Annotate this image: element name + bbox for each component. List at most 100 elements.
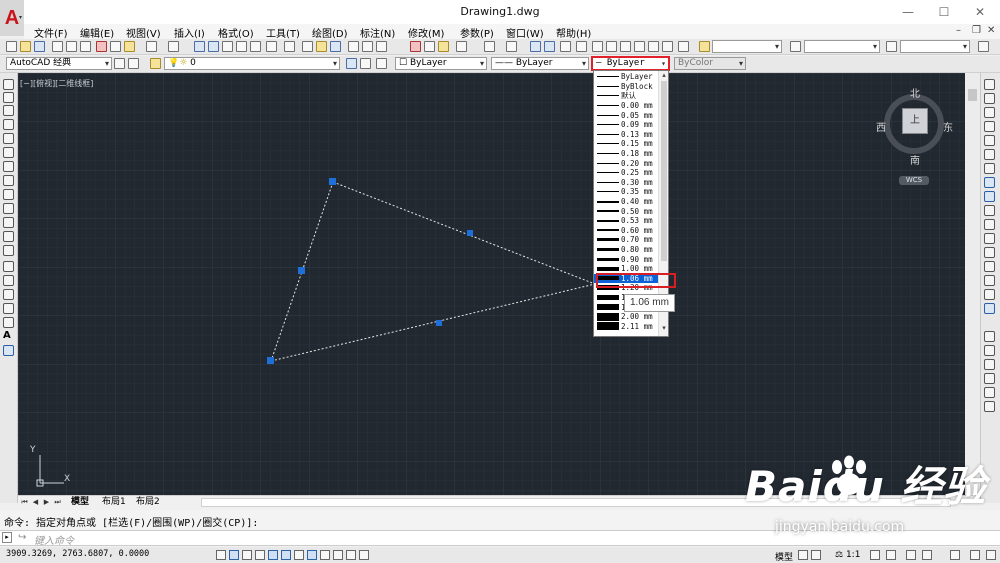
table-style-icon[interactable] bbox=[886, 41, 897, 52]
copy-icon[interactable] bbox=[110, 41, 121, 52]
print-icon-2[interactable] bbox=[348, 41, 359, 52]
command-input[interactable]: 键入命令 bbox=[34, 532, 74, 547]
quick-view-layouts-icon[interactable] bbox=[798, 550, 808, 560]
open-icon[interactable] bbox=[20, 41, 31, 52]
publish-icon[interactable] bbox=[80, 41, 91, 52]
hardware-acceleration-icon[interactable] bbox=[950, 550, 960, 560]
table-icon[interactable] bbox=[3, 317, 14, 328]
lineweight-option[interactable]: 0.05 mm bbox=[594, 110, 660, 120]
tab-model[interactable]: 模型 bbox=[71, 497, 89, 508]
application-menu-button[interactable]: A ▾ bbox=[0, 0, 24, 36]
dim-style-icon[interactable] bbox=[790, 41, 801, 52]
menu-help[interactable]: 帮助(H) bbox=[556, 25, 591, 40]
bring-front-icon[interactable] bbox=[984, 345, 995, 356]
add-selected-icon[interactable] bbox=[3, 345, 14, 356]
viewcube-top-face[interactable]: 上 bbox=[902, 108, 928, 134]
undo-icon[interactable] bbox=[146, 41, 157, 52]
circle-icon[interactable] bbox=[3, 161, 14, 172]
scroll-down-icon[interactable]: ▾ bbox=[660, 324, 668, 332]
viewport-controls[interactable]: [−][俯视][二维线框] bbox=[20, 78, 93, 89]
polyline-icon[interactable] bbox=[3, 105, 14, 116]
menu-tools[interactable]: 工具(T) bbox=[266, 25, 300, 40]
scrollbar-thumb[interactable] bbox=[968, 89, 977, 101]
undo-icon-2[interactable] bbox=[484, 41, 495, 52]
design-center-icon[interactable] bbox=[236, 41, 247, 52]
make-current-layer-icon[interactable] bbox=[346, 58, 357, 69]
explode-icon[interactable] bbox=[984, 303, 995, 314]
annotation-visibility-icon[interactable] bbox=[870, 550, 880, 560]
gradient-icon[interactable] bbox=[3, 289, 14, 300]
send-back-icon[interactable] bbox=[984, 359, 995, 370]
ellipse-icon[interactable] bbox=[3, 203, 14, 214]
zoom-window-icon[interactable] bbox=[560, 41, 571, 52]
grip-vertex-top[interactable] bbox=[329, 178, 336, 185]
snap-mode-icon[interactable] bbox=[229, 550, 239, 560]
color-combo[interactable]: ☐ ByLayer ▾ bbox=[395, 57, 487, 70]
cut-icon-2[interactable] bbox=[410, 41, 421, 52]
paste-icon-2[interactable] bbox=[438, 41, 449, 52]
tab-layout2[interactable]: 布局2 bbox=[136, 497, 160, 508]
redo-icon[interactable] bbox=[168, 41, 179, 52]
paste-icon[interactable] bbox=[124, 41, 135, 52]
arc-icon[interactable] bbox=[3, 147, 14, 158]
menu-minimize-icon[interactable]: – bbox=[956, 25, 961, 36]
lineweight-option[interactable]: 0.20 mm bbox=[594, 158, 660, 168]
3d-object-snap-icon[interactable] bbox=[294, 550, 304, 560]
mirror-icon[interactable] bbox=[984, 107, 995, 118]
scroll-up-icon[interactable]: ▴ bbox=[660, 71, 668, 79]
rectangle-icon[interactable] bbox=[3, 133, 14, 144]
cut-icon[interactable] bbox=[96, 41, 107, 52]
chamfer-icon[interactable] bbox=[984, 261, 995, 272]
lineweight-option[interactable]: 0.60 mm bbox=[594, 226, 660, 236]
save-icon-2[interactable] bbox=[330, 41, 341, 52]
lineweight-option[interactable]: 0.35 mm bbox=[594, 187, 660, 197]
preview-icon-2[interactable] bbox=[362, 41, 373, 52]
lineweight-option[interactable]: 0.18 mm bbox=[594, 149, 660, 159]
lineweight-option[interactable]: ByLayer bbox=[594, 72, 660, 82]
zoom-icon[interactable] bbox=[208, 41, 219, 52]
new-icon-2[interactable] bbox=[302, 41, 313, 52]
customize-icon[interactable] bbox=[128, 58, 139, 69]
compass-south[interactable]: 南 bbox=[910, 152, 920, 167]
line-icon[interactable] bbox=[3, 79, 14, 90]
tab-layout1[interactable]: 布局1 bbox=[102, 497, 126, 508]
hatch-icon[interactable] bbox=[3, 275, 14, 286]
copy-icon-2[interactable] bbox=[424, 41, 435, 52]
properties-palette-icon[interactable] bbox=[592, 41, 603, 52]
quickcalc-icon[interactable] bbox=[662, 41, 673, 52]
zoom-previous-icon[interactable] bbox=[576, 41, 587, 52]
construction-line-icon[interactable] bbox=[3, 92, 14, 103]
trim-icon[interactable] bbox=[984, 205, 995, 216]
insert-block-icon[interactable] bbox=[3, 231, 14, 242]
break-icon[interactable] bbox=[984, 233, 995, 244]
copy-object-icon[interactable] bbox=[984, 93, 995, 104]
lineweight-option[interactable]: 0.70 mm bbox=[594, 235, 660, 245]
dynamic-input-icon[interactable] bbox=[333, 550, 343, 560]
redo-icon-2[interactable] bbox=[506, 41, 517, 52]
make-block-icon[interactable] bbox=[3, 245, 14, 256]
workspace-settings-icon[interactable] bbox=[114, 58, 125, 69]
drawing-canvas[interactable]: [−][俯视][二维线框] 北 南 西 东 上 WCS Y X bbox=[18, 73, 965, 495]
send-under-icon[interactable] bbox=[984, 387, 995, 398]
grip-midpoint-left[interactable] bbox=[298, 267, 305, 274]
close-button[interactable]: ✕ bbox=[965, 3, 995, 21]
menu-restore-icon[interactable]: ❐ bbox=[972, 25, 981, 36]
lineweight-option[interactable]: 0.40 mm bbox=[594, 197, 660, 207]
grid-display-icon[interactable] bbox=[242, 550, 252, 560]
quick-view-drawings-icon[interactable] bbox=[811, 550, 821, 560]
multiline-text-icon[interactable]: A bbox=[3, 331, 14, 342]
tool-palette-icon-2[interactable] bbox=[620, 41, 631, 52]
tab-next-icon[interactable]: ▶ bbox=[42, 497, 51, 507]
multileader-style-icon[interactable] bbox=[978, 41, 989, 52]
tab-first-icon[interactable]: ⏮ bbox=[20, 497, 29, 507]
clean-screen-icon[interactable] bbox=[986, 550, 996, 560]
lineweight-option[interactable]: 0.25 mm bbox=[594, 168, 660, 178]
lineweight-option[interactable]: 0.90 mm bbox=[594, 254, 660, 264]
object-snap-tracking-icon[interactable] bbox=[307, 550, 317, 560]
lineweight-option[interactable]: 0.09 mm bbox=[594, 120, 660, 130]
transparency-icon[interactable] bbox=[359, 550, 369, 560]
open-icon-2[interactable] bbox=[316, 41, 327, 52]
infer-constraints-icon[interactable] bbox=[216, 550, 226, 560]
region-icon[interactable] bbox=[3, 303, 14, 314]
layer-properties-icon[interactable] bbox=[150, 58, 161, 69]
